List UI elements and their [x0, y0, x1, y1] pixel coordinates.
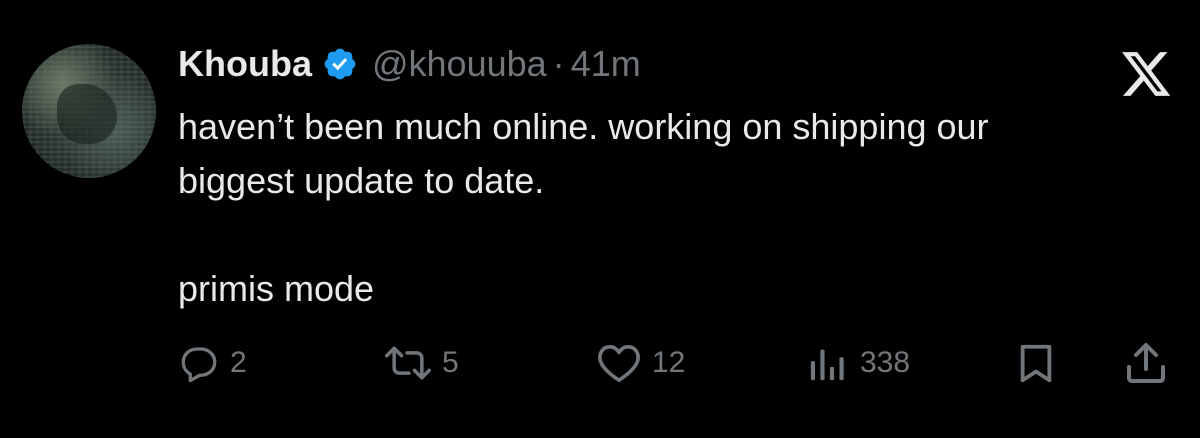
reply-icon — [181, 347, 217, 383]
action-bar: 2 5 12 338 — [0, 338, 1200, 388]
reply-button[interactable]: 2 — [178, 338, 247, 388]
tweet-text-line: haven’t been much online. working on shi… — [178, 106, 989, 147]
share-button[interactable] — [1124, 338, 1168, 388]
bookmark-icon — [1020, 344, 1052, 383]
separator-dot: · — [552, 43, 565, 84]
user-handle[interactable]: @khouuba — [372, 43, 547, 85]
tweet-card[interactable]: Khouba @khouuba · 41m haven’t been much … — [0, 0, 1200, 438]
tweet-header: Khouba @khouuba · 41m — [178, 38, 641, 90]
tweet-text: haven’t been much online. working on shi… — [178, 100, 1178, 316]
verified-badge-icon[interactable] — [322, 46, 358, 82]
share-icon — [1127, 343, 1165, 383]
tweet-text-line: biggest update to date. — [178, 160, 545, 201]
tweet-text-line: primis mode — [178, 268, 375, 309]
display-name[interactable]: Khouba — [178, 43, 312, 85]
repost-count: 5 — [442, 346, 459, 379]
reply-count: 2 — [230, 346, 247, 379]
bookmark-button[interactable] — [1016, 338, 1056, 388]
view-count: 338 — [860, 346, 911, 379]
views-button[interactable]: 338 — [806, 338, 910, 388]
repost-icon — [385, 346, 431, 380]
x-logo-icon — [1122, 52, 1172, 98]
avatar[interactable] — [22, 44, 156, 178]
timestamp[interactable]: 41m — [571, 43, 641, 85]
repost-button[interactable]: 5 — [384, 338, 459, 388]
like-button[interactable]: 12 — [596, 338, 685, 388]
views-icon — [810, 349, 844, 381]
like-count: 12 — [652, 346, 686, 379]
heart-icon — [598, 344, 640, 382]
